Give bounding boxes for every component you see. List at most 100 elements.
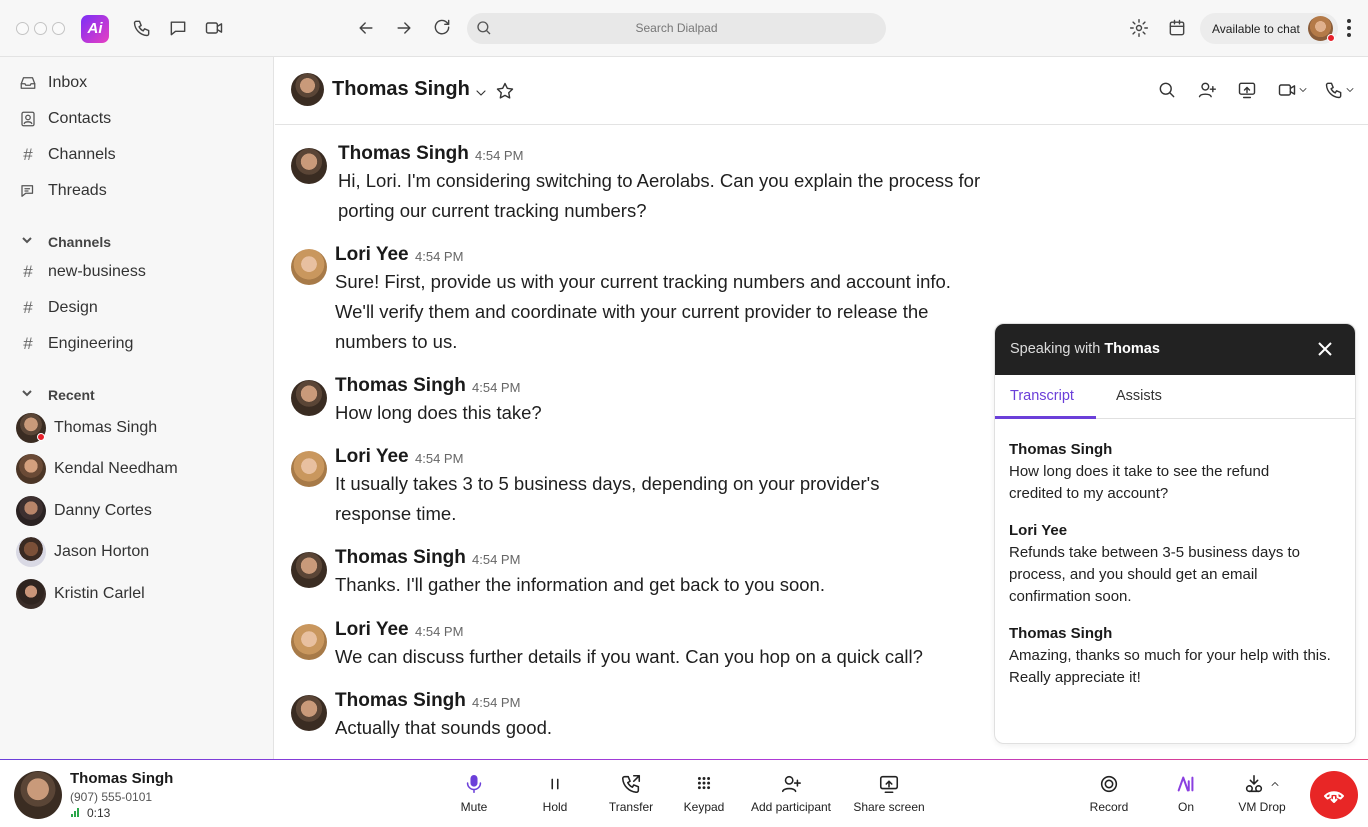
vm-drop-button[interactable]: VM Drop — [1232, 770, 1292, 814]
chevron-down-icon — [20, 233, 36, 250]
more-options-icon[interactable] — [1340, 17, 1358, 39]
search-placeholder: Search Dialpad — [635, 21, 718, 35]
channel-label: Engineering — [48, 335, 134, 352]
availability-status-button[interactable]: Available to chat — [1200, 13, 1338, 44]
search-input[interactable]: Search Dialpad — [467, 13, 886, 44]
app-logo[interactable]: Ai — [81, 15, 109, 43]
sidebar-item-threads[interactable]: Threads — [18, 178, 107, 204]
share-screen-button[interactable]: Share screen — [849, 770, 929, 814]
window-close-button[interactable] — [16, 22, 29, 35]
title-bar: Ai Search Dialpad Available to chat — [0, 0, 1368, 57]
sidebar-item-channels[interactable]: # Channels — [18, 142, 116, 168]
voicemail-drop-icon — [1243, 770, 1281, 798]
recent-section-header[interactable]: Recent — [20, 386, 95, 403]
conversation-title[interactable]: Thomas Singh — [332, 78, 470, 101]
search-icon[interactable] — [1157, 78, 1177, 102]
video-call-button[interactable] — [1277, 78, 1309, 102]
avatar — [291, 552, 327, 588]
record-label: Record — [1089, 800, 1129, 814]
message-time: 4:54 PM — [472, 380, 521, 395]
gear-icon[interactable] — [1127, 16, 1151, 40]
sidebar-item-contacts[interactable]: Contacts — [18, 106, 111, 132]
channel-item-new-business[interactable]: # new-business — [18, 259, 146, 285]
recent-label: Danny Cortes — [54, 502, 152, 519]
panel-title: Speaking with Thomas — [1010, 341, 1160, 357]
hold-button[interactable]: Hold — [535, 770, 575, 814]
recent-label: Kendal Needham — [54, 460, 178, 477]
add-participant-button[interactable]: Add participant — [745, 770, 837, 814]
message-text: Sure! First, provide us with your curren… — [335, 271, 951, 352]
window-zoom-button[interactable] — [52, 22, 65, 35]
phone-call-button[interactable] — [1324, 78, 1356, 102]
hash-icon: # — [23, 145, 33, 164]
keypad-label: Keypad — [683, 800, 725, 814]
ai-assist-toggle[interactable]: On — [1170, 770, 1202, 814]
message-author: Lori Yee — [335, 619, 409, 640]
channel-item-design[interactable]: # Design — [18, 295, 98, 321]
mute-button[interactable]: Mute — [454, 770, 494, 814]
message-icon[interactable] — [166, 16, 190, 40]
message-time: 4:54 PM — [415, 624, 464, 639]
channels-section-header[interactable]: Channels — [20, 233, 111, 250]
active-tab-indicator — [995, 416, 1096, 419]
message-time: 4:54 PM — [415, 451, 464, 466]
message-time: 4:54 PM — [475, 148, 524, 163]
transfer-button[interactable]: Transfer — [603, 770, 659, 814]
recent-item-danny-cortes[interactable]: Danny Cortes — [16, 496, 152, 526]
refresh-icon[interactable] — [430, 16, 454, 40]
contacts-icon — [18, 109, 38, 129]
message-text: Actually that sounds good. — [335, 717, 553, 738]
window-minimize-button[interactable] — [34, 22, 47, 35]
chevron-down-icon — [1346, 88, 1354, 92]
avatar — [291, 695, 327, 731]
channel-label: Design — [48, 299, 98, 316]
sidebar-item-inbox[interactable]: Inbox — [18, 70, 87, 96]
hash-icon: # — [23, 298, 33, 317]
recent-item-jason-horton[interactable]: Jason Horton — [16, 537, 149, 567]
recent-item-kristin-carlel[interactable]: Kristin Carlel — [16, 579, 145, 609]
caller-avatar — [14, 771, 62, 819]
calendar-icon[interactable] — [1165, 16, 1189, 40]
hash-icon: # — [23, 262, 33, 281]
end-call-icon — [1324, 791, 1344, 803]
message-text: How long does this take? — [335, 402, 542, 423]
keypad-icon — [693, 770, 715, 798]
forward-arrow-icon[interactable] — [392, 16, 416, 40]
busy-status-dot — [37, 433, 45, 441]
pause-icon — [544, 770, 566, 798]
ai-logo-icon — [1175, 770, 1197, 798]
recent-item-thomas-singh[interactable]: Thomas Singh — [16, 413, 157, 443]
contact-avatar[interactable] — [291, 73, 324, 106]
keypad-button[interactable]: Keypad — [680, 770, 728, 814]
chevron-up-icon — [1271, 782, 1279, 786]
add-person-icon[interactable] — [1197, 78, 1217, 102]
transcript-entry: Thomas Singh How long does it take to se… — [1009, 439, 1339, 505]
phone-icon[interactable] — [130, 16, 154, 40]
recent-item-kendal-needham[interactable]: Kendal Needham — [16, 454, 178, 484]
tab-assists[interactable]: Assists — [1116, 388, 1162, 404]
close-icon[interactable] — [1315, 339, 1337, 361]
back-arrow-icon[interactable] — [354, 16, 378, 40]
sidebar-item-label: Contacts — [48, 110, 112, 127]
message-text: Thanks. I'll gather the information and … — [335, 574, 825, 595]
share-screen-icon[interactable] — [1237, 78, 1257, 102]
sidebar: Inbox Contacts # Channels Threads Channe… — [0, 57, 274, 760]
channel-item-engineering[interactable]: # Engineering — [18, 331, 133, 357]
record-button[interactable]: Record — [1086, 770, 1132, 814]
video-icon[interactable] — [202, 16, 226, 40]
tab-transcript[interactable]: Transcript — [1010, 388, 1074, 404]
star-icon[interactable] — [495, 79, 515, 103]
avatar — [16, 496, 46, 526]
conversation-header: Thomas Singh — [275, 57, 1368, 125]
signal-strength-icon — [71, 808, 81, 817]
transfer-label: Transfer — [608, 800, 654, 814]
transcript-text: How long does it take to see the refund … — [1009, 463, 1270, 502]
chevron-down-icon[interactable] — [473, 81, 489, 105]
add-person-icon — [780, 770, 802, 798]
panel-tabs: Transcript Assists — [995, 375, 1355, 419]
sidebar-item-label: Channels — [48, 146, 116, 163]
transcript-entry: Thomas Singh Amazing, thanks so much for… — [1009, 623, 1339, 689]
hang-up-button[interactable] — [1310, 771, 1358, 819]
section-title: Recent — [48, 386, 95, 403]
microphone-icon — [463, 770, 485, 798]
